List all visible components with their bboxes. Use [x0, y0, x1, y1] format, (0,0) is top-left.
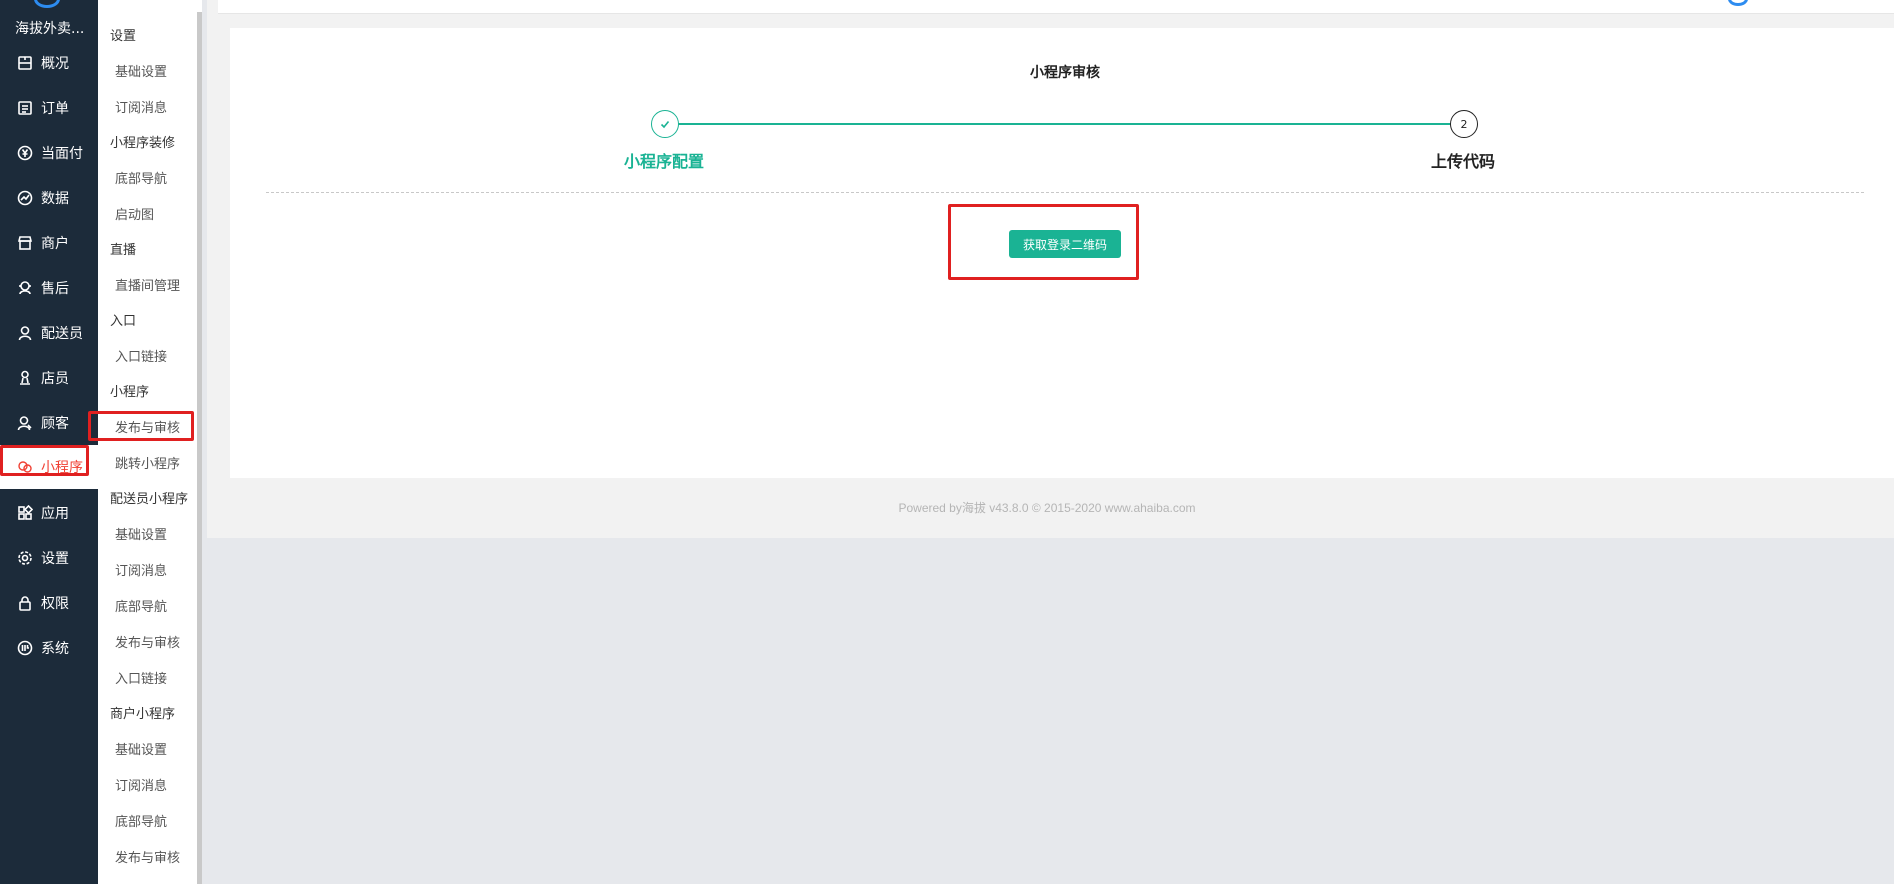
nav-item-label: 商户: [41, 235, 69, 252]
store-icon: [16, 234, 34, 252]
submenu-item-basic-settings[interactable]: 基础设置: [115, 61, 167, 80]
submenu-item-live-room[interactable]: 直播间管理: [115, 275, 180, 294]
main-nav: 海拔外卖... 概况 订单 当面付 数据 商户 售后 配送员 店员 顾客 小程序…: [0, 0, 98, 884]
chart-icon: [16, 189, 34, 207]
nav-item-label: 店员: [41, 370, 69, 387]
top-bar: [218, 0, 1894, 14]
submenu-group-decoration: 小程序装修: [110, 136, 176, 151]
nav-item-label: 应用: [41, 505, 69, 522]
nav-item-label: 顾客: [41, 415, 69, 432]
customer-icon: [16, 414, 34, 432]
nav-item-customer[interactable]: 顾客: [0, 400, 98, 445]
nav-item-settings[interactable]: 设置: [0, 535, 98, 580]
get-login-qrcode-button[interactable]: 获取登录二维码: [1009, 230, 1121, 258]
nav-item-label: 权限: [41, 595, 69, 612]
highlight-box-nav: [0, 445, 89, 476]
submenu-item-courier-publish[interactable]: 发布与审核: [115, 632, 180, 651]
submenu-group-miniprogram: 小程序: [110, 385, 150, 400]
highlight-box-submenu: [88, 411, 194, 441]
nav-item-aftersale[interactable]: 售后: [0, 265, 98, 310]
nav-item-label: 概况: [41, 55, 69, 72]
clerk-icon: [16, 369, 34, 387]
nav-item-label: 售后: [41, 280, 69, 297]
submenu-item-merchant-bottom-nav[interactable]: 底部导航: [115, 811, 167, 830]
nav-item-label: 配送员: [41, 325, 83, 342]
submenu-item-merchant-basic[interactable]: 基础设置: [115, 739, 167, 758]
app-title: 海拔外卖...: [15, 21, 85, 37]
nav-item-permission[interactable]: 权限: [0, 580, 98, 625]
step-2-label: 上传代码: [1431, 152, 1496, 171]
submenu-item-entry-link[interactable]: 入口链接: [115, 346, 167, 365]
gear-icon: [16, 549, 34, 567]
submenu-scrollbar[interactable]: [197, 12, 202, 884]
courier-icon: [16, 324, 34, 342]
nav-item-system[interactable]: 系统: [0, 625, 98, 670]
submenu-group-settings: 设置: [110, 29, 137, 44]
submenu-group-courier-mp: 配送员小程序: [110, 492, 189, 507]
nav-item-facepay[interactable]: 当面付: [0, 130, 98, 175]
lock-icon: [16, 594, 34, 612]
nav-item-label: 订单: [41, 100, 69, 117]
step-1-label: 小程序配置: [624, 152, 705, 171]
nav-item-courier[interactable]: 配送员: [0, 310, 98, 355]
aftersale-icon: [16, 279, 34, 297]
page-title: 小程序审核: [1030, 65, 1100, 81]
nav-item-label: 当面付: [41, 145, 83, 162]
step-1-circle: [651, 110, 679, 138]
nav-item-label: 设置: [41, 550, 69, 567]
steps-progress-line: [678, 123, 1452, 125]
submenu-group-live: 直播: [110, 243, 137, 258]
submenu-group-entry: 入口: [110, 314, 137, 329]
check-icon: [660, 120, 670, 129]
yen-icon: [16, 144, 34, 162]
logo-icon: [34, 0, 60, 8]
nav-item-merchant[interactable]: 商户: [0, 220, 98, 265]
nav-item-overview[interactable]: 概况: [0, 40, 98, 85]
submenu-item-jump-miniprogram[interactable]: 跳转小程序: [115, 453, 180, 472]
nav-item-label: 数据: [41, 190, 69, 207]
submenu-item-courier-subscribe[interactable]: 订阅消息: [115, 560, 167, 579]
order-icon: [16, 99, 34, 117]
submenu-group-merchant-mp: 商户小程序: [110, 707, 176, 722]
submenu-item-courier-basic[interactable]: 基础设置: [115, 524, 167, 543]
submenu-item-splash[interactable]: 启动图: [115, 204, 154, 223]
step-2-circle: 2: [1450, 110, 1478, 138]
footer-copyright: Powered by海拔 v43.8.0 © 2015-2020 www.aha…: [898, 501, 1196, 515]
section-divider: [266, 192, 1864, 193]
nav-item-label: 系统: [41, 640, 69, 657]
nav-item-data[interactable]: 数据: [0, 175, 98, 220]
submenu-item-bottom-nav[interactable]: 底部导航: [115, 168, 167, 187]
submenu-item-merchant-publish[interactable]: 发布与审核: [115, 847, 180, 866]
submenu-item-subscribe-message[interactable]: 订阅消息: [115, 97, 167, 116]
apps-icon: [16, 504, 34, 522]
submenu-item-courier-entry[interactable]: 入口链接: [115, 668, 167, 687]
nav-item-orders[interactable]: 订单: [0, 85, 98, 130]
overview-icon: [16, 54, 34, 72]
submenu-item-merchant-subscribe[interactable]: 订阅消息: [115, 775, 167, 794]
nav-item-clerk[interactable]: 店员: [0, 355, 98, 400]
system-icon: [16, 639, 34, 657]
nav-item-apps[interactable]: 应用: [0, 490, 98, 535]
submenu-item-courier-bottom-nav[interactable]: 底部导航: [115, 596, 167, 615]
